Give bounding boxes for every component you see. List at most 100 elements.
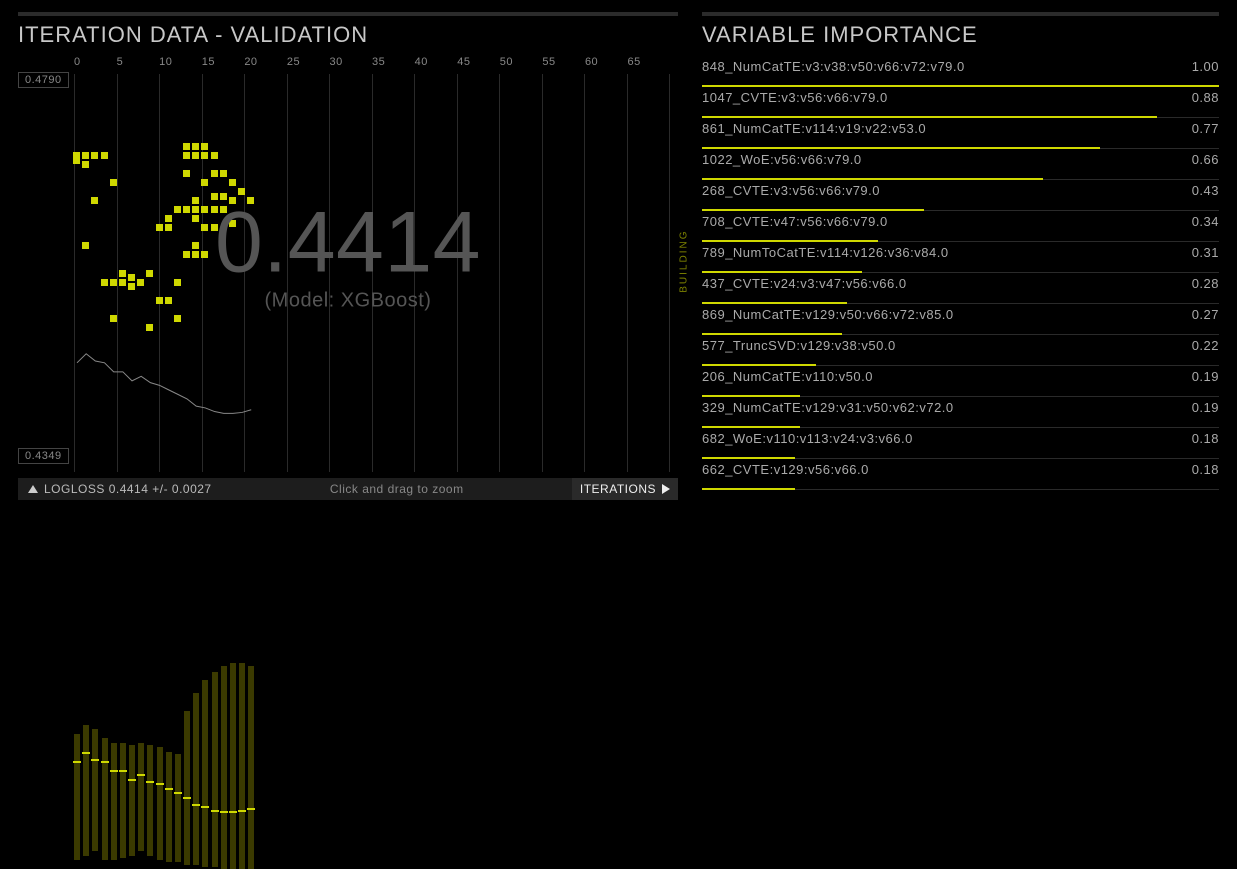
x-tick: 0 (74, 56, 117, 74)
data-point (211, 224, 218, 231)
x-tick: 25 (287, 56, 330, 74)
feature-name: 789_NumToCatTE:v114:v126:v36:v84.0 (702, 245, 949, 260)
data-point (183, 206, 190, 213)
data-point (211, 193, 218, 200)
feature-value: 0.31 (1192, 245, 1219, 260)
chart-footer: LOGLOSS 0.4414 +/- 0.0027 Click and drag… (18, 478, 678, 500)
importance-row[interactable]: 662_CVTE:v129:v56:v66.00.18 (702, 459, 1219, 490)
data-point (128, 274, 135, 281)
importance-row[interactable]: 206_NumCatTE:v110:v50.00.19 (702, 366, 1219, 397)
feature-value: 0.43 (1192, 183, 1219, 198)
importance-row[interactable]: 577_TruncSVD:v129:v38:v50.00.22 (702, 335, 1219, 366)
data-point (192, 251, 199, 258)
importance-row[interactable]: 682_WoE:v110:v113:v24:v3:v66.00.18 (702, 428, 1219, 459)
feature-name: 329_NumCatTE:v129:v31:v50:v62:v72.0 (702, 400, 954, 415)
feature-name: 848_NumCatTE:v3:v38:v50:v66:v72:v79.0 (702, 59, 965, 74)
data-point (192, 197, 199, 204)
importance-row[interactable]: 1047_CVTE:v3:v56:v66:v79.0 0.88 (702, 87, 1219, 118)
feature-name: 682_WoE:v110:v113:v24:v3:v66.0 (702, 431, 913, 446)
data-point (220, 193, 227, 200)
data-point (119, 270, 126, 277)
data-point (229, 179, 236, 186)
data-point (110, 315, 117, 322)
trend-line (74, 74, 670, 472)
data-point (128, 283, 135, 290)
data-point (183, 143, 190, 150)
x-tick: 50 (500, 56, 543, 74)
x-tick: 5 (117, 56, 160, 74)
data-point (73, 157, 80, 164)
importance-list: 848_NumCatTE:v3:v38:v50:v66:v72:v79.0 1.0… (702, 56, 1219, 500)
x-tick: 10 (159, 56, 202, 74)
data-point (192, 206, 199, 213)
feature-value: 0.34 (1192, 214, 1219, 229)
data-point (146, 324, 153, 331)
data-point (137, 279, 144, 286)
data-point (229, 220, 236, 227)
x-tick: 45 (457, 56, 500, 74)
data-point (192, 242, 199, 249)
iteration-chart[interactable]: 0.4790 0.4349 05101520253035404550556065… (18, 56, 678, 500)
data-point (211, 170, 218, 177)
feature-name: 662_CVTE:v129:v56:v66.0 (702, 462, 869, 477)
data-point (201, 251, 208, 258)
data-point (201, 152, 208, 159)
panel-rule (18, 12, 678, 16)
data-point (211, 206, 218, 213)
data-point (183, 152, 190, 159)
feature-name: 437_CVTE:v24:v3:v47:v56:v66.0 (702, 276, 907, 291)
importance-row[interactable]: 437_CVTE:v24:v3:v47:v56:v66.00.28 (702, 273, 1219, 304)
feature-name: 869_NumCatTE:v129:v50:v66:v72:v85.0 (702, 307, 954, 322)
data-point (211, 152, 218, 159)
x-tick: 65 (628, 56, 671, 74)
data-point (119, 279, 126, 286)
feature-value: 0.66 (1192, 152, 1219, 167)
feature-value: 0.27 (1192, 307, 1219, 322)
data-point (101, 279, 108, 286)
feature-value: 0.88 (1192, 90, 1219, 105)
data-point (82, 152, 89, 159)
data-point (247, 197, 254, 204)
data-point (183, 170, 190, 177)
importance-bar (702, 488, 795, 490)
data-point (192, 152, 199, 159)
x-tick: 40 (415, 56, 458, 74)
importance-row[interactable]: 268_CVTE:v3:v56:v66:v79.00.43 (702, 180, 1219, 211)
feature-value: 0.22 (1192, 338, 1219, 353)
feature-value: 0.19 (1192, 400, 1219, 415)
data-point (165, 297, 172, 304)
plot-area[interactable] (74, 74, 670, 472)
importance-row[interactable]: 861_NumCatTE:v114:v19:v22:v53.00.77 (702, 118, 1219, 149)
data-point (201, 179, 208, 186)
importance-row[interactable]: 869_NumCatTE:v129:v50:v66:v72:v85.0 0.27 (702, 304, 1219, 335)
data-point (201, 206, 208, 213)
data-point (91, 152, 98, 159)
data-point (220, 206, 227, 213)
data-point (201, 143, 208, 150)
y-axis-min: 0.4349 (18, 448, 69, 464)
importance-row[interactable]: 789_NumToCatTE:v114:v126:v36:v84.0 0.31 (702, 242, 1219, 273)
data-point (174, 315, 181, 322)
data-point (110, 279, 117, 286)
data-point (165, 215, 172, 222)
data-point (201, 224, 208, 231)
x-tick: 30 (329, 56, 372, 74)
building-label: BUILDING (679, 230, 690, 293)
iteration-panel: ITERATION DATA - VALIDATION 0.4790 0.434… (18, 12, 678, 500)
importance-row[interactable]: 708_CVTE:v47:v56:v66:v79.00.34 (702, 211, 1219, 242)
feature-name: 1047_CVTE:v3:v56:v66:v79.0 (702, 90, 888, 105)
feature-name: 206_NumCatTE:v110:v50.0 (702, 369, 873, 384)
importance-row[interactable]: 1022_WoE:v56:v66:v79.00.66 (702, 149, 1219, 180)
triangle-up-icon (28, 485, 38, 493)
feature-value: 0.77 (1192, 121, 1219, 136)
data-point (146, 270, 153, 277)
data-point (220, 170, 227, 177)
importance-row[interactable]: 848_NumCatTE:v3:v38:v50:v66:v72:v79.0 1.0… (702, 56, 1219, 87)
data-point (156, 297, 163, 304)
importance-row[interactable]: 329_NumCatTE:v129:v31:v50:v62:v72.0 0.19 (702, 397, 1219, 428)
zoom-hint: Click and drag to zoom (222, 482, 572, 496)
feature-value: 1.00 (1192, 59, 1219, 74)
iterations-button[interactable]: ITERATIONS (572, 478, 678, 500)
x-tick: 55 (542, 56, 585, 74)
data-point (174, 206, 181, 213)
